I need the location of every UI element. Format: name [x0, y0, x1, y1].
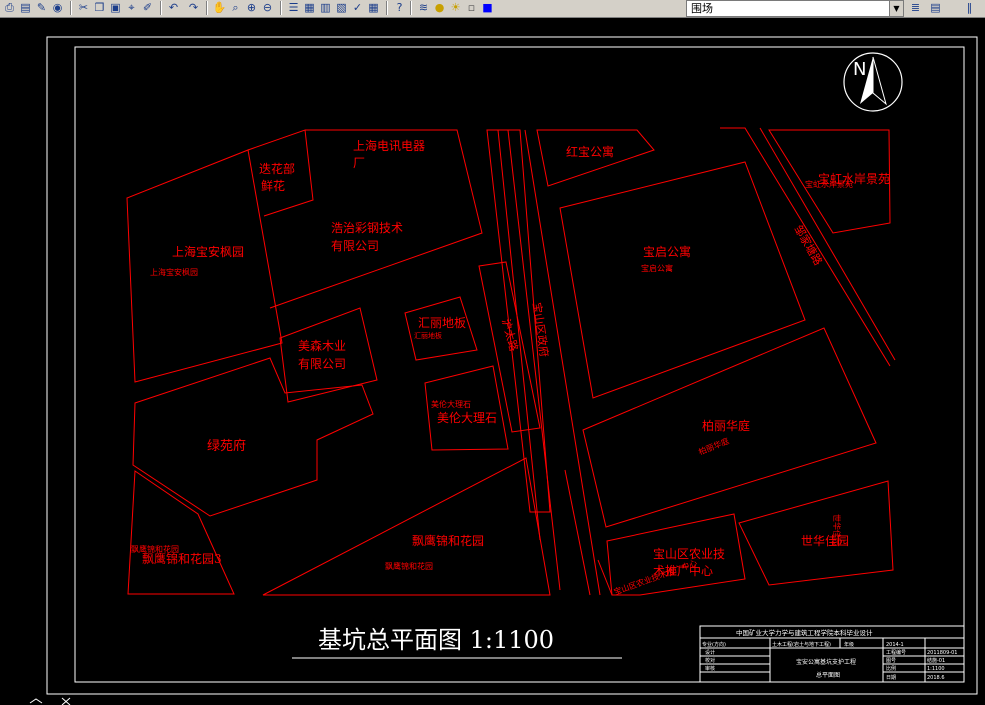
- publish-icon[interactable]: ✎: [34, 1, 49, 15]
- brush-icon[interactable]: ✐: [140, 1, 155, 15]
- tb-project: 宝安公寓基坑支护工程: [796, 658, 856, 666]
- tb-cell-12: 1:1100: [927, 666, 945, 672]
- label-p8b: 有限公司: [298, 357, 346, 371]
- label-p3: 上海电讯电器: [353, 138, 425, 153]
- label-p13: 飘鹰锦和花园: [412, 533, 484, 548]
- label-p2: 迭花部: [259, 161, 295, 176]
- tb-cell-11: 比例: [886, 665, 896, 672]
- tb-cell-10: 结施-01: [927, 657, 945, 664]
- print-icon[interactable]: ⎙: [2, 1, 17, 15]
- tb-cell-14: 2018.6: [927, 675, 945, 681]
- layer-state-icon[interactable]: ≣: [908, 1, 923, 15]
- sun-icon[interactable]: ☀: [448, 1, 463, 15]
- tb-cell-8: 2011809-01: [927, 650, 957, 656]
- tb-drawing-name: 总平面图: [816, 671, 840, 679]
- markup-icon[interactable]: ✓: [350, 1, 365, 15]
- undo-icon[interactable]: ↶: [166, 1, 181, 15]
- label-p14: 飘鹰锦和花园3: [142, 551, 222, 566]
- label-p8: 美森木业: [298, 338, 346, 353]
- zoom-window-icon[interactable]: ⊕: [244, 1, 259, 15]
- label-p7: 宝启公寓: [643, 244, 691, 259]
- tb-cell-1: 土木工程(岩土与地下工程): [772, 641, 831, 648]
- bulb-icon[interactable]: ●: [432, 1, 447, 15]
- pan-icon[interactable]: ✋: [212, 1, 227, 15]
- parcel-outlines: [126, 127, 896, 596]
- layer-manager-icon[interactable]: ≋: [416, 1, 431, 15]
- tb-cell-6: 审核: [705, 665, 715, 672]
- sublabel-p10: 美伦大理石: [431, 399, 471, 409]
- layer-previous-icon[interactable]: ▤: [928, 1, 943, 15]
- paste-icon[interactable]: ▣: [108, 1, 123, 15]
- label-p4: 浩治彩钢技术: [331, 221, 403, 235]
- drawing-title: 基坑总平面图 1:1100: [318, 626, 554, 654]
- sublabel-p13: 飘鹰锦和花园: [385, 561, 433, 571]
- label-road3: 邹家塘路: [791, 223, 825, 268]
- label-p1: 上海宝安枫园: [172, 244, 244, 259]
- ucs-icon: [29, 697, 71, 705]
- zoom-previous-icon[interactable]: ⊖: [260, 1, 275, 15]
- properties-icon[interactable]: ☰: [286, 1, 301, 15]
- lock-icon[interactable]: ▫: [464, 1, 479, 15]
- tb-cell-9: 图号: [886, 658, 896, 664]
- tb-cell-13: 日期: [886, 675, 896, 681]
- tb-cell-0: 专业(方向): [702, 641, 726, 648]
- zoom-realtime-icon[interactable]: ⌕: [228, 1, 243, 15]
- globe-icon[interactable]: ◉: [50, 1, 65, 15]
- label-p4b: 有限公司: [331, 239, 379, 253]
- north-arrow-icon: N: [843, 52, 903, 112]
- sublabel-p6: 宝虹水岸景苑: [805, 179, 853, 189]
- label-p3b: 厂: [353, 156, 365, 170]
- color-swatch-icon: ■: [482, 1, 493, 14]
- toolbar: ⎙ ▤ ✎ ◉ ✂ ❐ ▣ ⌖ ✐ ↶ ↷ ✋ ⌕ ⊕ ⊖ ☰ ▦ ▥ ▧ ✓ …: [0, 0, 985, 18]
- tb-header: 中国矿业大学力学与建筑工程学院本科毕业设计: [736, 628, 873, 637]
- label-p2b: 鲜花: [261, 178, 285, 193]
- sublabel-p9: 汇丽地板: [414, 331, 442, 340]
- calculator-icon[interactable]: ▦: [366, 1, 381, 15]
- layer-dropdown[interactable]: 围场 ▼: [686, 0, 904, 17]
- label-p9: 汇丽地板: [418, 316, 466, 330]
- sublabel-p16: 世华佳园: [832, 514, 842, 546]
- cut-icon[interactable]: ✂: [76, 1, 91, 15]
- design-center-icon[interactable]: ▦: [302, 1, 317, 15]
- tb-cell-7: 工程编号: [886, 649, 906, 656]
- grip-icon: ‖: [966, 1, 973, 14]
- preview-icon[interactable]: ▤: [18, 1, 33, 15]
- label-p12: 柏丽华庭: [702, 418, 750, 433]
- sheet-border-inner: [74, 46, 965, 683]
- tb-cell-5: 校对: [705, 657, 715, 664]
- tb-cell-4: 设计: [705, 649, 715, 656]
- tb-cell-3: 2014-1: [886, 642, 904, 648]
- north-letter: N: [853, 59, 866, 80]
- match-properties-icon[interactable]: ⌖: [124, 1, 139, 15]
- label-p10: 美伦大理石: [437, 410, 497, 425]
- tb-cell-2: 年级: [844, 641, 854, 648]
- chevron-down-icon[interactable]: ▼: [889, 1, 903, 16]
- label-p5: 红宝公寓: [566, 144, 614, 159]
- sublabel-p7: 宝启公寓: [641, 263, 673, 273]
- sheet-set-icon[interactable]: ▧: [334, 1, 349, 15]
- copy-icon[interactable]: ❐: [92, 1, 107, 15]
- redo-icon[interactable]: ↷: [186, 1, 201, 15]
- sublabel-p12: 柏丽华庭: [697, 436, 730, 457]
- title-block: 中国矿业大学力学与建筑工程学院本科毕业设计 专业(方向) 土木工程(岩土与地下工…: [699, 625, 965, 683]
- label-p11: 绿苑府: [207, 439, 246, 454]
- drawing-area[interactable]: N 上海宝安枫园 上海宝安枫园 迭花部 鲜花 上海电讯电器 厂 浩治彩钢技术 有…: [0, 18, 985, 705]
- sublabel-p1: 上海宝安枫园: [150, 267, 198, 277]
- help-icon[interactable]: ?: [392, 1, 407, 15]
- tool-palette-icon[interactable]: ▥: [318, 1, 333, 15]
- layer-name: 围场: [691, 2, 713, 15]
- label-p15: 宝山区农业技: [653, 547, 725, 561]
